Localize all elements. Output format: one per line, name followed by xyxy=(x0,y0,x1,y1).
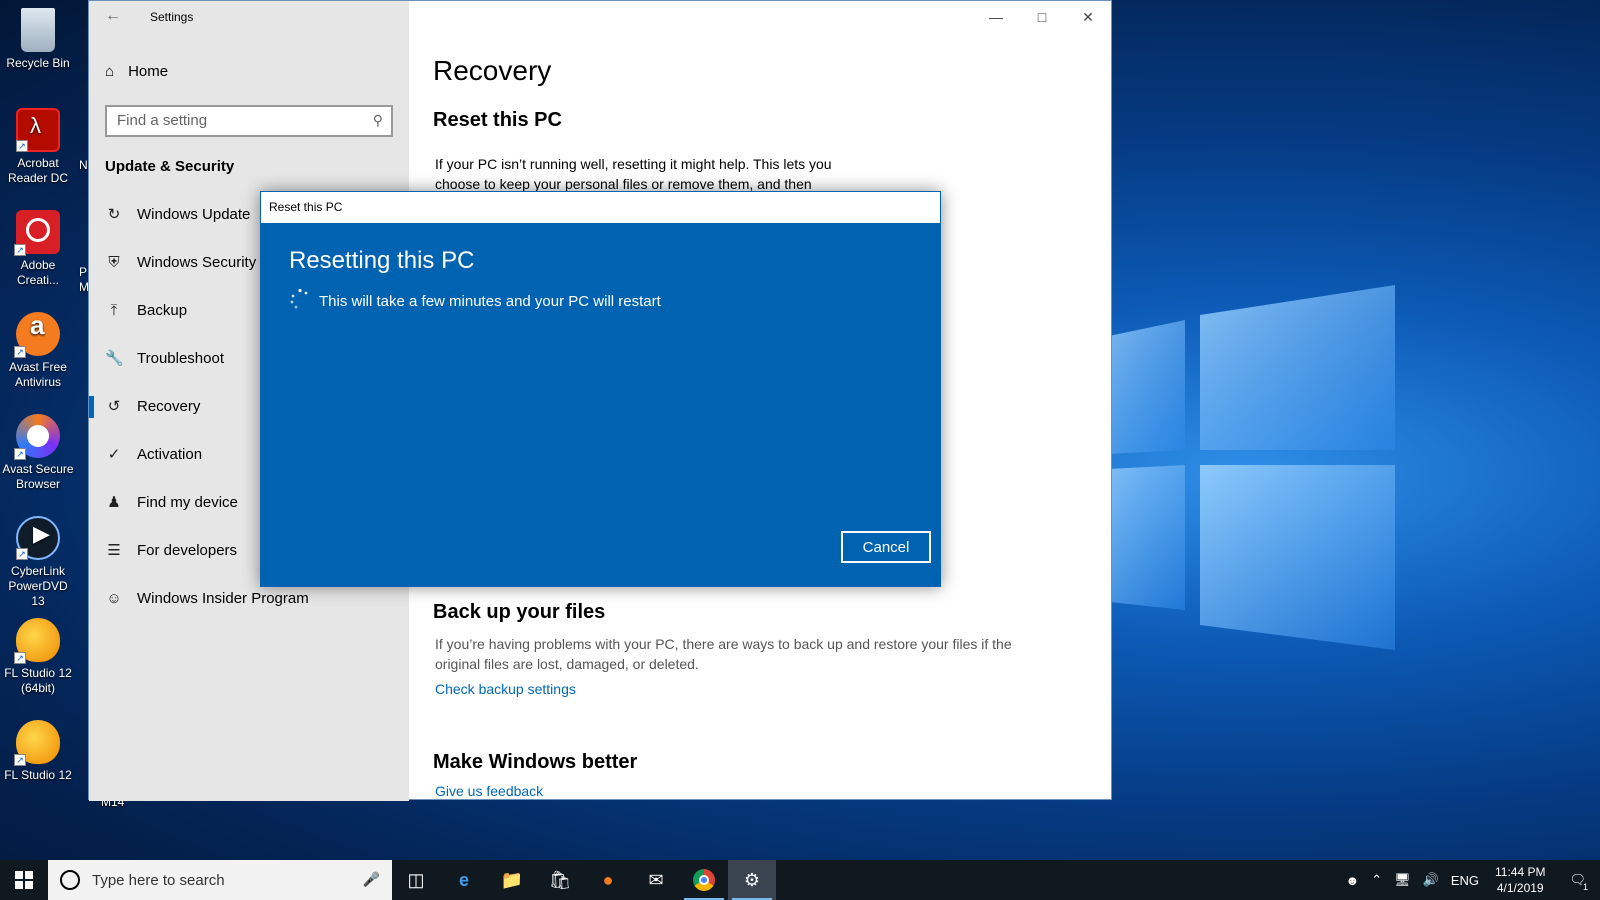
desktop-icon-avast-browser[interactable]: ↗ Avast Secure Browser xyxy=(0,414,76,492)
dialog-title-bar[interactable]: Reset this PC xyxy=(261,192,940,223)
back-arrow-icon[interactable]: ← xyxy=(105,7,121,25)
page-title: Recovery xyxy=(433,55,552,86)
desktop-icon-label: Avast Secure Browser xyxy=(2,462,74,491)
adobe-cc-icon: ↗ xyxy=(14,210,60,256)
desktop-icon-avast[interactable]: a ↗ Avast Free Antivirus xyxy=(0,312,76,390)
window-title: Settings xyxy=(150,10,194,24)
desktop-icon-adobe-cc[interactable]: ↗ Adobe Creati... xyxy=(0,210,76,288)
desktop-cut-label: N xyxy=(79,158,88,172)
reset-dialog: Reset this PC Resetting this PC This wil… xyxy=(260,191,941,587)
sidebar-item-label: Troubleshoot xyxy=(137,349,224,367)
window-controls: — □ ✕ xyxy=(973,1,1111,33)
cancel-button[interactable]: Cancel xyxy=(841,531,931,563)
avast-icon: a ↗ xyxy=(14,312,60,358)
windows-start-icon xyxy=(15,871,33,889)
chevron-up-icon[interactable]: ⌃ xyxy=(1365,872,1388,888)
sidebar-item-label: Windows Security xyxy=(137,253,257,271)
recycle-bin-icon xyxy=(21,8,55,52)
maximize-icon[interactable]: □ xyxy=(1019,1,1065,33)
cortana-icon xyxy=(60,870,80,890)
store-icon[interactable]: 🛍 xyxy=(536,860,584,900)
sidebar-item-label: For developers xyxy=(137,541,238,559)
dialog-message: This will take a few minutes and your PC… xyxy=(319,293,661,310)
section-heading: Update & Security xyxy=(105,158,235,175)
desktop-icon-label: Acrobat Reader DC xyxy=(7,156,69,185)
upload-arrow-icon: ⤒ xyxy=(110,301,118,319)
person-location-icon: ♟ xyxy=(107,494,121,511)
desktop-icon-fl-studio[interactable]: ↗ FL Studio 12 xyxy=(0,720,76,783)
volume-icon[interactable]: 🔊 xyxy=(1417,872,1445,888)
mail-icon[interactable]: ✉ xyxy=(632,860,680,900)
chrome-icon[interactable] xyxy=(680,860,728,900)
fl-studio-icon: ↗ xyxy=(14,720,60,766)
insider-cat-icon: ☺ xyxy=(106,589,122,607)
avast-browser-icon[interactable]: ● xyxy=(584,860,632,900)
dialog-heading: Resetting this PC xyxy=(289,247,475,274)
acrobat-icon: λ ↗ xyxy=(16,108,60,152)
backup-heading: Back up your files xyxy=(433,601,606,623)
find-setting-input[interactable]: Find a setting ⚲ xyxy=(105,105,393,137)
sidebar-item-label: Recovery xyxy=(137,397,201,415)
desktop-icon-powerdvd[interactable]: ▶ ↗ CyberLink PowerDVD 13 xyxy=(0,516,76,609)
powerdvd-icon: ▶ ↗ xyxy=(16,516,60,560)
desktop-icon-acrobat[interactable]: λ ↗ Acrobat Reader DC xyxy=(0,108,76,186)
desktop-icon-label: CyberLink PowerDVD 13 xyxy=(8,564,68,608)
start-button[interactable] xyxy=(0,860,48,900)
sidebar-item-label: Activation xyxy=(137,445,203,463)
title-bar[interactable]: ← Settings xyxy=(89,1,409,35)
notification-center-icon[interactable]: 🗨 1 xyxy=(1555,872,1600,892)
desktop-icon-label: Recycle Bin xyxy=(6,56,70,70)
backup-description: If you’re having problems with your PC, … xyxy=(435,636,1012,672)
system-tray: ☻ ⌃ 🖥 🔊 ENG 11:44 PM 4/1/2019 🗨 1 xyxy=(1340,860,1600,900)
loading-spinner-icon xyxy=(290,288,308,309)
sidebar-item-label: Windows Insider Program xyxy=(137,589,309,607)
refresh-icon: ↻ xyxy=(107,206,121,223)
notification-count: 1 xyxy=(1582,882,1588,892)
desktop-icon-recycle-bin[interactable]: Recycle Bin xyxy=(0,8,76,71)
search-placeholder: Find a setting xyxy=(117,112,208,129)
avast-browser-icon: ↗ xyxy=(14,414,60,460)
desktop-icon-label: FL Studio 12 (64bit) xyxy=(4,666,72,695)
minimize-icon[interactable]: — xyxy=(973,1,1019,33)
desktop-icon-label: FL Studio 12 xyxy=(4,768,72,782)
task-view-icon[interactable]: ◫ xyxy=(392,860,440,900)
people-icon[interactable]: ☻ xyxy=(1340,873,1366,888)
network-icon[interactable]: 🖥 xyxy=(1388,872,1417,888)
desktop-icon-fl-studio-64[interactable]: ↗ FL Studio 12 (64bit) xyxy=(0,618,76,696)
close-icon[interactable]: ✕ xyxy=(1065,1,1111,33)
reset-heading: Reset this PC xyxy=(433,109,562,131)
taskbar-search-box[interactable]: Type here to search 🎤 xyxy=(48,860,392,900)
check-backup-settings-link[interactable]: Check backup settings xyxy=(435,681,576,697)
sidebar-item-label: Windows Update xyxy=(137,205,251,223)
wrench-icon: 🔧 xyxy=(105,350,124,367)
desktop-icon-label: Avast Free Antivirus xyxy=(9,360,67,389)
windows-logo-wallpaper xyxy=(1090,285,1395,650)
microphone-icon[interactable]: 🎤 xyxy=(363,871,380,888)
check-circle-icon: ✓ xyxy=(107,446,121,463)
clock-time: 11:44 PM xyxy=(1495,865,1546,879)
desktop-cut-label: P xyxy=(79,265,88,279)
language-indicator[interactable]: ENG xyxy=(1445,873,1485,888)
history-icon: ↺ xyxy=(107,398,121,415)
file-explorer-icon[interactable]: 📁 xyxy=(488,860,536,900)
sidebar-home-label: Home xyxy=(128,63,169,80)
sidebar-item-label: Backup xyxy=(137,301,188,319)
desktop-icon-label: Adobe Creati... xyxy=(16,258,59,287)
shield-icon: ⛨ xyxy=(108,253,120,271)
taskbar: Type here to search 🎤 ◫ e 📁 🛍 ● ✉ ⚙ ☻ ⌃ … xyxy=(0,860,1600,900)
edge-icon[interactable]: e xyxy=(440,860,488,900)
reset-description: If your PC isn’t running well, resetting… xyxy=(435,156,832,192)
taskbar-search-placeholder: Type here to search xyxy=(92,871,225,889)
search-icon[interactable]: ⚲ xyxy=(373,112,383,129)
home-icon: ⌂ xyxy=(105,63,115,80)
clock-date: 4/1/2019 xyxy=(1496,881,1544,895)
clock[interactable]: 11:44 PM 4/1/2019 xyxy=(1485,864,1555,896)
sidebar-home[interactable]: ⌂ Home xyxy=(105,63,168,80)
make-windows-better-heading: Make Windows better xyxy=(433,751,638,773)
settings-gear-icon[interactable]: ⚙ xyxy=(728,860,776,900)
developer-icon: ☰ xyxy=(107,542,121,559)
sidebar-item-label: Find my device xyxy=(137,493,238,511)
fl-studio-icon: ↗ xyxy=(14,618,60,664)
give-feedback-link[interactable]: Give us feedback xyxy=(435,783,543,799)
